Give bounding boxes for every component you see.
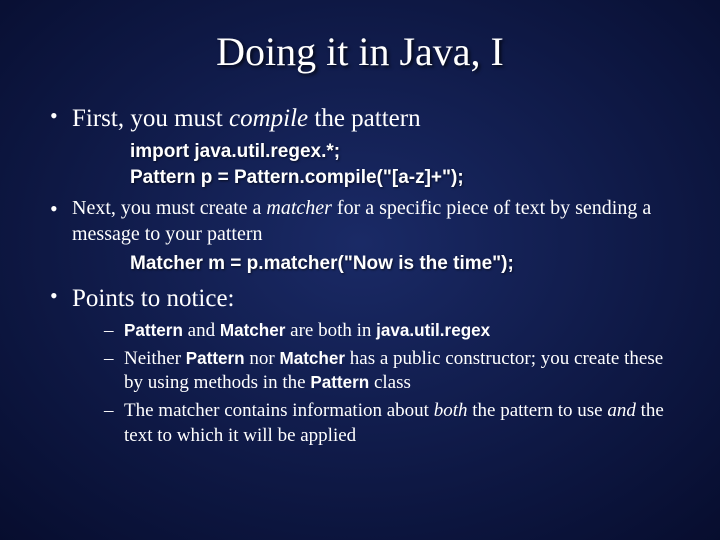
code-import-pattern: import java.util.regex.*; Pattern p = Pa…: [130, 139, 676, 190]
text-fragment: nor: [245, 348, 280, 369]
bullet-matcher: Next, you must create a matcher for a sp…: [44, 196, 676, 277]
code-inline: Matcher: [279, 349, 345, 368]
code-line: import java.util.regex.*;: [130, 139, 676, 165]
slide-title: Doing it in Java, I: [44, 28, 676, 75]
sub-package: Pattern and Matcher are both in java.uti…: [102, 319, 676, 344]
emphasis-matcher: matcher: [266, 197, 332, 219]
code-line: Matcher m = p.matcher("Now is the time")…: [130, 251, 676, 277]
bullet-compile: First, you must compile the pattern impo…: [44, 103, 676, 190]
text-fragment: class: [369, 372, 411, 393]
text-fragment: the pattern to use: [468, 400, 608, 421]
slide: Doing it in Java, I First, you must comp…: [0, 0, 720, 540]
sub-no-constructor: Neither Pattern nor Matcher has a public…: [102, 347, 676, 396]
code-line: Pattern p = Pattern.compile("[a-z]+");: [130, 165, 676, 191]
text-fragment: and: [183, 320, 220, 341]
bullet-text: Next, you must create a matcher for a sp…: [72, 197, 651, 245]
code-inline: Matcher: [220, 321, 286, 340]
emphasis-both: both: [434, 400, 468, 421]
code-matcher: Matcher m = p.matcher("Now is the time")…: [130, 251, 676, 277]
code-inline: Pattern: [310, 373, 369, 392]
bullet-points-notice: Points to notice: Pattern and Matcher ar…: [44, 283, 676, 448]
emphasis-compile: compile: [229, 105, 308, 132]
text-fragment: the pattern: [308, 105, 420, 132]
text-fragment: The matcher contains information about: [124, 400, 434, 421]
bullet-list: First, you must compile the pattern impo…: [44, 103, 676, 449]
code-inline: Pattern: [124, 321, 183, 340]
text-fragment: First, you must: [72, 105, 229, 132]
text-fragment: Neither: [124, 348, 186, 369]
code-inline: java.util.regex: [376, 321, 490, 340]
emphasis-and: and: [607, 400, 636, 421]
code-inline: Pattern: [186, 349, 245, 368]
sub-list: Pattern and Matcher are both in java.uti…: [102, 319, 676, 448]
bullet-text: First, you must compile the pattern: [72, 105, 421, 132]
text-fragment: Next, you must create a: [72, 197, 266, 219]
bullet-text: Points to notice:: [72, 285, 235, 312]
text-fragment: are both in: [285, 320, 376, 341]
sub-matcher-info: The matcher contains information about b…: [102, 399, 676, 448]
